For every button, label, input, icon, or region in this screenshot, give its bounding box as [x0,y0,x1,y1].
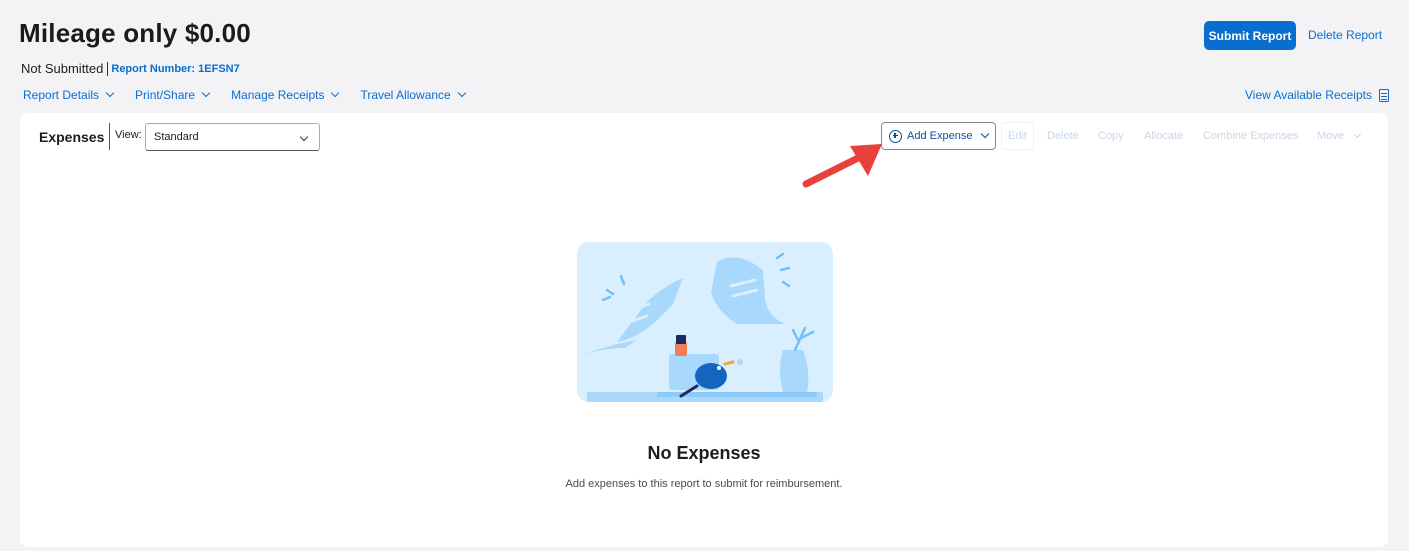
report-status-row: Not Submitted Report Number: 1EFSN7 [21,61,240,76]
receipt-icon [1378,88,1389,102]
page-title: Mileage only $0.00 [19,18,251,48]
expenses-title: Expenses [39,129,105,145]
allocate-button[interactable]: Allocate [1144,130,1183,142]
menu-travel-allowance[interactable]: Travel Allowance [360,88,466,102]
divider [107,61,109,76]
chevron-down-icon [201,88,211,98]
delete-report-button[interactable]: Delete Report [1308,28,1382,42]
view-receipts-label: View Available Receipts [1245,88,1372,102]
chevron-down-icon [457,88,466,98]
divider [109,123,110,150]
add-expense-button[interactable]: Add Expense [881,122,996,150]
view-label: View: [115,129,142,141]
edit-button[interactable]: Edit [1001,122,1034,150]
report-menu-bar: Report Details Print/Share Manage Receip… [23,88,487,102]
view-select[interactable]: Standard [145,123,320,151]
empty-state-illustration [577,242,833,402]
menu-manage-receipts[interactable]: Manage Receipts [231,88,340,102]
submit-report-button[interactable]: Submit Report [1204,21,1296,50]
expenses-panel: Expenses View: Standard Add Expense Edit… [20,113,1388,547]
move-button[interactable]: Move [1317,130,1362,142]
report-number-label: Report Number: [111,62,196,75]
menu-label: Report Details [23,88,100,102]
menu-report-details[interactable]: Report Details [23,88,115,102]
copy-button[interactable]: Copy [1098,130,1124,142]
menu-label: Travel Allowance [360,88,451,102]
chevron-down-icon [981,129,990,139]
view-available-receipts-link[interactable]: View Available Receipts [1245,88,1389,102]
report-number: Report Number: 1EFSN7 [111,63,239,75]
status-text: Not Submitted [21,61,104,76]
chevron-down-icon [299,132,309,142]
empty-state-subtitle: Add expenses to this report to submit fo… [565,478,843,490]
report-number-value: 1EFSN7 [198,62,240,75]
plus-circle-icon [889,129,902,143]
move-label: Move [1317,130,1344,142]
menu-label: Manage Receipts [231,88,325,102]
menu-print-share[interactable]: Print/Share [135,88,211,102]
chevron-down-icon [105,88,115,98]
delete-button[interactable]: Delete [1047,130,1079,142]
view-select-value: Standard [154,131,199,143]
combine-expenses-button[interactable]: Combine Expenses [1203,130,1298,142]
empty-state-title: No Expenses [647,443,761,463]
chevron-down-icon [1353,130,1362,138]
menu-label: Print/Share [135,88,196,102]
annotation-arrow-icon [802,144,882,188]
chevron-down-icon [331,88,340,98]
add-expense-label: Add Expense [907,130,973,142]
